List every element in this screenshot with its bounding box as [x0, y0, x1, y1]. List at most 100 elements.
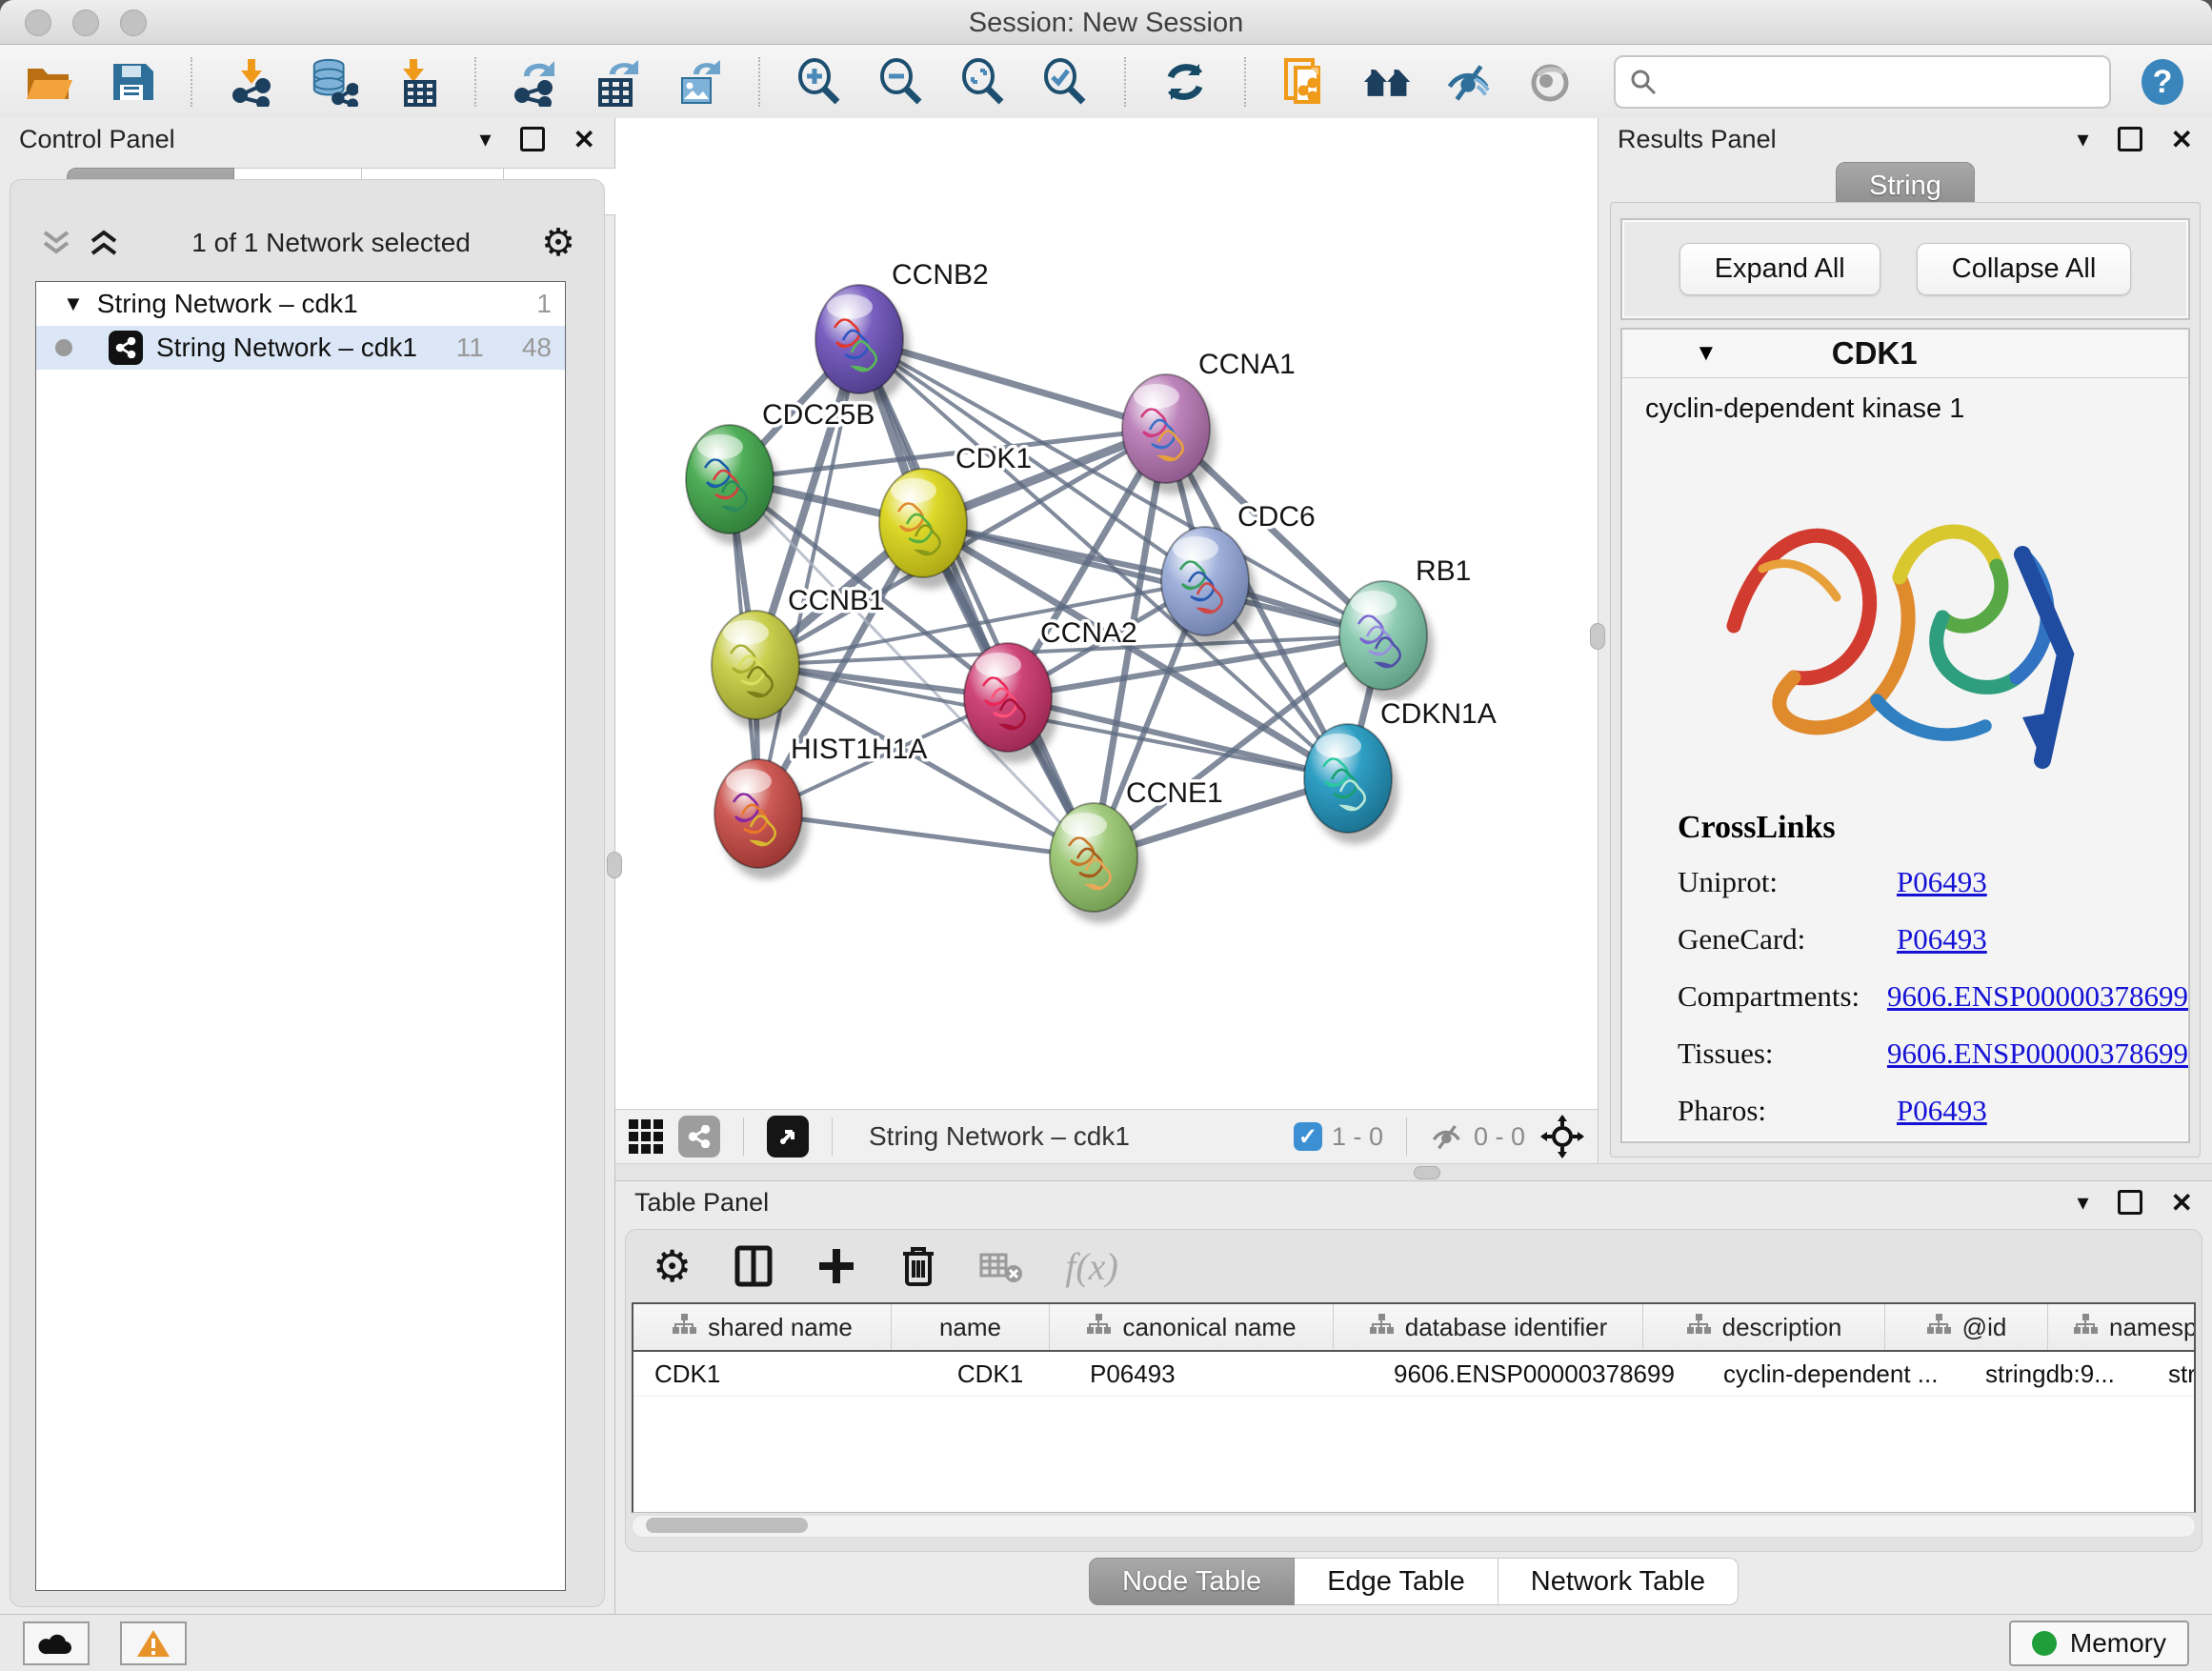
search-box[interactable] — [1614, 55, 2111, 109]
column-header-name[interactable]: name — [892, 1304, 1050, 1350]
close-panel-icon[interactable]: ✕ — [573, 124, 595, 155]
zoom-out-icon[interactable] — [876, 57, 926, 107]
crosslink-label: Pharos: — [1678, 1094, 1897, 1128]
panel-menu-icon[interactable]: ▾ — [2077, 1189, 2088, 1217]
memory-button[interactable]: Memory — [2009, 1621, 2189, 1666]
network-collection-row[interactable]: ▼ String Network – cdk1 1 — [36, 282, 565, 326]
node-label: CCNE1 — [1126, 777, 1223, 809]
zoom-fit-icon[interactable] — [958, 57, 1008, 107]
selected-checkbox-icon[interactable]: ✓ — [1294, 1122, 1322, 1151]
table-horizontal-scrollbar[interactable] — [632, 1515, 2196, 1538]
horizontal-splitter[interactable] — [615, 1163, 2212, 1181]
close-panel-icon[interactable]: ✕ — [2171, 124, 2193, 155]
cloud-status-button[interactable] — [23, 1621, 90, 1665]
node-label: HIST1H1A — [791, 734, 927, 765]
network-node-CCNB1[interactable]: CCNB1 — [712, 585, 885, 731]
panel-menu-icon[interactable]: ▾ — [2077, 126, 2088, 153]
export-image-icon[interactable] — [674, 57, 724, 107]
function-builder-icon[interactable]: f(x) — [1065, 1244, 1118, 1289]
network-row[interactable]: String Network – cdk1 11 48 — [36, 326, 565, 370]
network-graph[interactable]: CCNB2CCNA1CDC25BCDK1CDC6RB1CCNB1CCNA2CDK… — [615, 118, 1597, 1109]
node-label: CDC25B — [762, 399, 875, 431]
tab-network-table[interactable]: Network Table — [1498, 1558, 1739, 1605]
collapse-all-networks-icon[interactable] — [39, 229, 73, 257]
column-label: name — [939, 1313, 1001, 1342]
crosslink-link[interactable]: P06493 — [1897, 865, 1987, 899]
column-header-@id[interactable]: @id — [1885, 1304, 2048, 1350]
gene-name: CDK1 — [1832, 335, 1918, 372]
splitter-handle[interactable] — [1414, 1166, 1440, 1179]
float-panel-icon[interactable] — [520, 127, 545, 151]
collection-expand-icon[interactable]: ▼ — [63, 292, 84, 316]
delete-column-icon[interactable] — [899, 1244, 937, 1288]
network-share-icon[interactable] — [678, 1116, 720, 1158]
show-columns-icon[interactable] — [734, 1244, 774, 1288]
table-row[interactable]: CDK1CDK1P064939606.ENSP00000378699cyclin… — [633, 1352, 2194, 1397]
show-all-icon[interactable] — [1526, 57, 1576, 107]
table-cell: stringdb:9... — [1964, 1352, 2147, 1396]
close-panel-icon[interactable]: ✕ — [2171, 1187, 2193, 1218]
hide-selected-icon[interactable] — [1444, 57, 1494, 107]
search-input[interactable] — [1667, 66, 2096, 97]
export-network-icon[interactable] — [511, 57, 560, 107]
collapse-gene-icon[interactable]: ▼ — [1695, 340, 1718, 367]
network-node-CDKN1A[interactable]: CDKN1A — [1304, 698, 1497, 844]
node-table[interactable]: shared name name canonical namedatabase id… — [632, 1302, 2196, 1513]
zoom-in-icon[interactable] — [794, 57, 844, 107]
open-session-icon[interactable] — [25, 57, 74, 107]
refresh-view-icon[interactable] — [1160, 57, 1210, 107]
column-header-namespac[interactable]: namespac — [2048, 1304, 2196, 1350]
first-neighbors-icon[interactable] — [1362, 57, 1412, 107]
crosslink-row: Compartments:9606.ENSP00000378699 — [1678, 979, 2188, 1014]
node-label: CDK1 — [955, 443, 1032, 474]
table-options-gear-icon[interactable]: ⚙ — [653, 1244, 692, 1288]
memory-ok-icon — [2032, 1631, 2057, 1656]
network-node-CCNB2[interactable]: CCNB2 — [815, 259, 989, 405]
add-column-icon[interactable] — [815, 1245, 857, 1287]
crosslink-link[interactable]: 9606.ENSP00000378699 — [1887, 1037, 2188, 1071]
collapse-all-button[interactable]: Collapse All — [1917, 243, 2132, 295]
network-node-RB1[interactable]: RB1 — [1339, 555, 1471, 701]
column-header-database-identifier[interactable]: database identifier — [1334, 1304, 1643, 1350]
help-icon[interactable]: ? — [2138, 57, 2187, 107]
splitter-handle[interactable] — [1590, 623, 1605, 650]
crosslink-label: GeneCard: — [1678, 922, 1897, 956]
network-canvas[interactable]: CCNB2CCNA1CDC25BCDK1CDC6RB1CCNB1CCNA2CDK… — [615, 118, 1598, 1109]
tab-edge-table[interactable]: Edge Table — [1295, 1558, 1498, 1605]
delete-table-icon[interactable] — [979, 1249, 1023, 1283]
column-header-description[interactable]: description — [1643, 1304, 1885, 1350]
grid-layout-icon[interactable] — [629, 1119, 663, 1154]
tab-node-table[interactable]: Node Table — [1089, 1558, 1295, 1605]
node-label: CCNA1 — [1198, 349, 1296, 380]
network-options-gear-icon[interactable]: ⚙ — [541, 224, 575, 262]
zoom-selected-icon[interactable] — [1040, 57, 1090, 107]
network-node-CCNE1[interactable]: CCNE1 — [1050, 777, 1223, 923]
expand-all-networks-icon[interactable] — [87, 229, 121, 257]
gene-header[interactable]: ▼ CDK1 — [1622, 330, 2188, 378]
pan-crosshair-icon[interactable] — [1540, 1115, 1584, 1158]
network-node-HIST1H1A[interactable]: HIST1H1A — [714, 734, 927, 879]
warning-status-button[interactable] — [120, 1621, 187, 1665]
expand-all-button[interactable]: Expand All — [1679, 243, 1880, 295]
collection-count: 1 — [536, 289, 552, 319]
import-table-file-icon[interactable] — [391, 57, 440, 107]
crosslink-link[interactable]: P06493 — [1897, 922, 1987, 956]
scrollbar-thumb[interactable] — [646, 1518, 808, 1533]
import-network-database-icon[interactable] — [309, 57, 358, 107]
network-edge[interactable] — [859, 339, 1094, 857]
column-header-shared-name[interactable]: shared name — [633, 1304, 892, 1350]
export-table-icon[interactable] — [593, 57, 642, 107]
save-session-icon[interactable] — [107, 57, 156, 107]
splitter-handle[interactable] — [607, 852, 622, 878]
float-panel-icon[interactable] — [2118, 127, 2142, 151]
float-panel-icon[interactable] — [2118, 1190, 2142, 1215]
network-column-icon — [1086, 1313, 1111, 1342]
birds-eye-view-icon[interactable] — [767, 1116, 809, 1158]
network-snapshot-icon[interactable] — [1280, 57, 1330, 107]
crosslink-link[interactable]: P06493 — [1897, 1094, 1987, 1128]
results-panel: Results Panel ▾ ✕ String Expand All — [1599, 118, 2212, 1163]
crosslink-link[interactable]: 9606.ENSP00000378699 — [1887, 979, 2188, 1014]
panel-menu-icon[interactable]: ▾ — [479, 126, 491, 153]
import-network-file-icon[interactable] — [227, 57, 276, 107]
column-header-canonical-name[interactable]: canonical name — [1050, 1304, 1334, 1350]
